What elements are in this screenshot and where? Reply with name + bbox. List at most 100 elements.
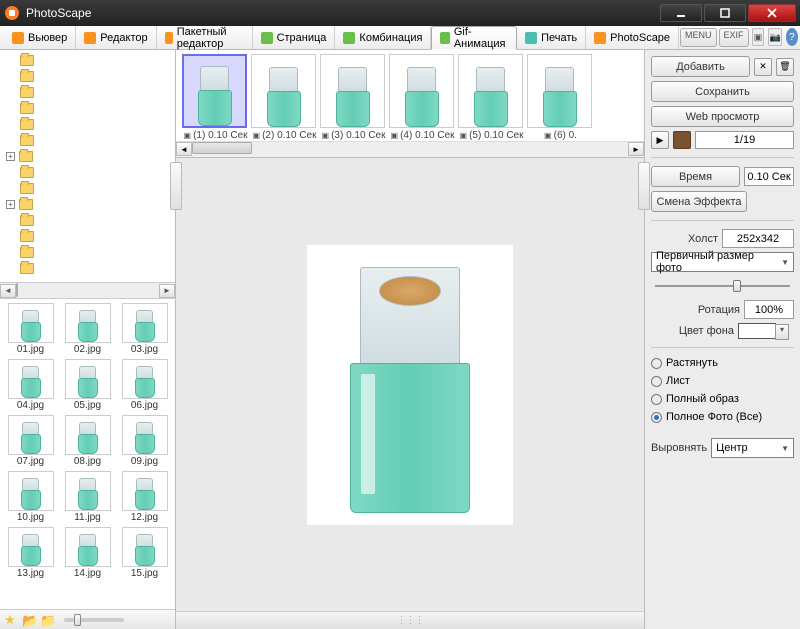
thumb-item[interactable]: 09.jpg: [118, 415, 171, 467]
size-slider[interactable]: [655, 278, 790, 294]
thumb-item[interactable]: 14.jpg: [61, 527, 114, 579]
thumb-item[interactable]: 02.jpg: [61, 303, 114, 355]
time-button[interactable]: Время: [651, 166, 740, 187]
scroll-right-icon[interactable]: ►: [628, 142, 644, 156]
tree-item[interactable]: [0, 244, 175, 260]
fit-fullall-radio[interactable]: Полное Фото (Все): [651, 411, 794, 423]
browse-folder-icon[interactable]: 📁: [40, 613, 54, 627]
radio-icon: [651, 394, 662, 405]
thumb-item[interactable]: 04.jpg: [4, 359, 57, 411]
tab-combine[interactable]: Комбинация: [335, 26, 431, 49]
stop-icon[interactable]: [673, 131, 691, 149]
thumb-item[interactable]: 15.jpg: [118, 527, 171, 579]
tree-item[interactable]: [0, 212, 175, 228]
fit-stretch-radio[interactable]: Растянуть: [651, 357, 794, 369]
play-icon[interactable]: ▶: [651, 131, 669, 149]
slider-knob[interactable]: [733, 280, 741, 292]
maximize-button[interactable]: [704, 4, 746, 22]
resize-grip-icon[interactable]: ⋮⋮⋮: [397, 615, 424, 626]
help-icon[interactable]: ?: [786, 28, 798, 46]
align-select[interactable]: Центр▼: [711, 438, 794, 458]
tab-viewer[interactable]: Вьювер: [4, 26, 76, 49]
fit-sheet-radio[interactable]: Лист: [651, 375, 794, 387]
tree-item[interactable]: [0, 84, 175, 100]
thumb-item[interactable]: 07.jpg: [4, 415, 57, 467]
thumb-item[interactable]: 10.jpg: [4, 471, 57, 523]
sizemode-select[interactable]: Первичный размер фото▼: [651, 252, 794, 272]
tab-page[interactable]: Страница: [253, 26, 336, 49]
fit-full-radio[interactable]: Полный образ: [651, 393, 794, 405]
tree-item[interactable]: [0, 132, 175, 148]
close-button[interactable]: [748, 4, 796, 22]
tree-item[interactable]: [0, 116, 175, 132]
tab-print[interactable]: Печать: [517, 26, 586, 49]
exif-button[interactable]: EXIF: [719, 28, 749, 47]
scrollbar-thumb[interactable]: [16, 283, 18, 297]
tree-item[interactable]: [0, 260, 175, 276]
open-folder-icon[interactable]: 📂: [22, 613, 36, 627]
thumb-item[interactable]: 12.jpg: [118, 471, 171, 523]
scroll-left-icon[interactable]: ◄: [0, 284, 16, 298]
tab-batch[interactable]: Пакетный редактор: [157, 26, 253, 49]
thumb-size-slider[interactable]: [64, 618, 124, 622]
menu-button[interactable]: MENU: [680, 28, 717, 47]
tab-photoscape[interactable]: PhotoScape: [586, 26, 679, 49]
add-button[interactable]: Добавить: [651, 56, 750, 77]
thumb-item[interactable]: 06.jpg: [118, 359, 171, 411]
webpreview-button[interactable]: Web просмотр: [651, 106, 794, 127]
thumb-image: [65, 303, 111, 343]
minimize-button[interactable]: [660, 4, 702, 22]
slider-knob[interactable]: [74, 614, 81, 626]
frame-thumb: [320, 54, 385, 128]
thumb-item[interactable]: 11.jpg: [61, 471, 114, 523]
tree-hscroll[interactable]: ◄ ►: [0, 282, 175, 298]
tree-item[interactable]: [0, 164, 175, 180]
radio-icon: [651, 376, 662, 387]
frame-item[interactable]: ▣(1) 0.10 Сек: [182, 54, 249, 141]
scroll-right-icon[interactable]: ►: [159, 284, 175, 298]
expand-icon[interactable]: +: [6, 152, 15, 161]
thumb-label: 09.jpg: [118, 456, 171, 467]
thumb-footer: ★ 📂 📁: [0, 609, 175, 629]
trash-icon[interactable]: 🗑: [776, 58, 794, 76]
frame-label: ▣(4) 0.10 Сек: [389, 130, 456, 141]
strip-hscroll[interactable]: ◄ ►: [176, 141, 644, 157]
favorite-icon[interactable]: ★: [4, 613, 18, 627]
frame-item[interactable]: ▣(3) 0.10 Сек: [320, 54, 387, 141]
frame-item[interactable]: ▣(5) 0.10 Сек: [458, 54, 525, 141]
folder-icon: [20, 263, 34, 274]
frame-item[interactable]: ▣(6) 0.: [527, 54, 594, 141]
tab-gif[interactable]: Gif-Анимация: [431, 26, 517, 50]
scrollbar-thumb[interactable]: [192, 142, 252, 154]
delete-icon[interactable]: ✕: [754, 58, 772, 76]
thumb-item[interactable]: 01.jpg: [4, 303, 57, 355]
thumb-image: [8, 303, 54, 343]
tree-item[interactable]: [0, 52, 175, 68]
tree-item[interactable]: [0, 68, 175, 84]
tree-item[interactable]: [0, 180, 175, 196]
scroll-left-icon[interactable]: ◄: [176, 142, 192, 156]
frame-item[interactable]: ▣(2) 0.10 Сек: [251, 54, 318, 141]
folder-tree[interactable]: + +: [0, 50, 175, 282]
splitter-left[interactable]: [170, 162, 182, 210]
frame-item[interactable]: ▣(4) 0.10 Сек: [389, 54, 456, 141]
thumb-item[interactable]: 08.jpg: [61, 415, 114, 467]
thumb-label: 10.jpg: [4, 512, 57, 523]
tab-editor[interactable]: Редактор: [76, 26, 156, 49]
frame-thumb: [527, 54, 592, 128]
bgcolor-picker[interactable]: [738, 323, 776, 339]
thumb-item[interactable]: 03.jpg: [118, 303, 171, 355]
splitter-right[interactable]: [638, 162, 650, 210]
tree-item[interactable]: [0, 100, 175, 116]
thumb-item[interactable]: 05.jpg: [61, 359, 114, 411]
save-button[interactable]: Сохранить: [651, 81, 794, 102]
fullscreen-icon[interactable]: ▣: [752, 28, 765, 46]
thumb-item[interactable]: 13.jpg: [4, 527, 57, 579]
effect-button[interactable]: Смена Эффекта: [651, 191, 747, 212]
screenshot-icon[interactable]: 📷: [768, 28, 781, 46]
tree-item[interactable]: +: [0, 196, 175, 212]
tree-item[interactable]: +: [0, 148, 175, 164]
tree-item[interactable]: [0, 228, 175, 244]
thumb-label: 15.jpg: [118, 568, 171, 579]
expand-icon[interactable]: +: [6, 200, 15, 209]
